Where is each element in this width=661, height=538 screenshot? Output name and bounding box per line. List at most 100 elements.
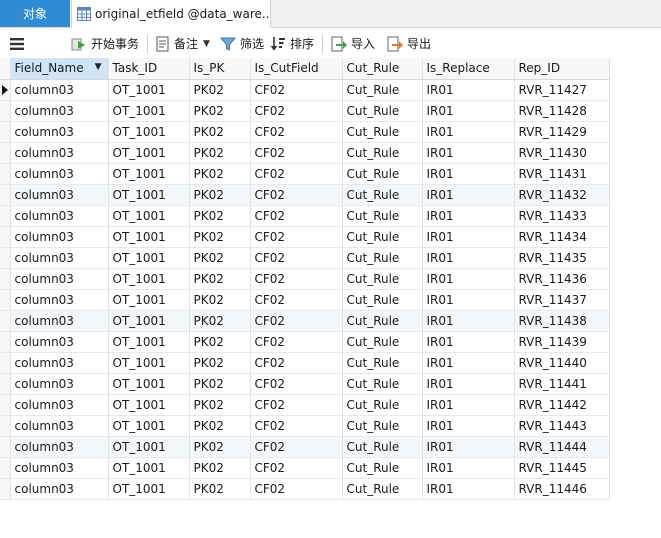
table-cell-is-cutfield[interactable]: CF02 <box>250 436 343 458</box>
table-cell-is-pk[interactable]: PK02 <box>189 436 251 458</box>
table-cell-cut-rule[interactable]: Cut_Rule <box>342 352 423 374</box>
table-cell-field-name[interactable]: column03 <box>10 184 109 206</box>
table-cell-field-name[interactable]: column03 <box>10 205 109 227</box>
table-row[interactable]: column03 OT_1001 PK02 CF02 Cut_Rule IR01 RVR_1… <box>0 415 610 437</box>
table-cell-cut-rule[interactable]: Cut_Rule <box>342 163 423 185</box>
table-cell-field-name[interactable]: column03 <box>10 226 109 248</box>
table-cell-is-pk[interactable]: PK02 <box>189 163 251 185</box>
table-cell-is-cutfield[interactable]: CF02 <box>250 205 343 227</box>
table-cell-task-id[interactable]: OT_1001 <box>108 373 190 395</box>
table-cell-is-pk[interactable]: PK02 <box>189 394 251 416</box>
table-cell-cut-rule[interactable]: Cut_Rule <box>342 121 423 143</box>
table-cell-is-replace[interactable]: IR01 <box>422 478 515 500</box>
column-header-is-cutfield[interactable]: Is_CutField <box>250 58 343 80</box>
column-header-cut-rule[interactable]: Cut_Rule <box>342 58 423 80</box>
filter-button[interactable]: 筛选 <box>217 32 267 56</box>
row-indicator[interactable] <box>0 436 11 458</box>
table-cell-task-id[interactable]: OT_1001 <box>108 394 190 416</box>
table-cell-is-replace[interactable]: IR01 <box>422 373 515 395</box>
table-cell-is-replace[interactable]: IR01 <box>422 79 515 101</box>
table-cell-rep-id[interactable]: RVR_11428 <box>514 100 610 122</box>
table-cell-rep-id[interactable]: RVR_11442 <box>514 394 610 416</box>
table-cell-cut-rule[interactable]: Cut_Rule <box>342 79 423 101</box>
table-row[interactable]: column03 OT_1001 PK02 CF02 Cut_Rule IR01 RVR_1… <box>0 163 610 185</box>
table-cell-task-id[interactable]: OT_1001 <box>108 352 190 374</box>
table-cell-cut-rule[interactable]: Cut_Rule <box>342 331 423 353</box>
table-cell-is-replace[interactable]: IR01 <box>422 352 515 374</box>
table-cell-task-id[interactable]: OT_1001 <box>108 247 190 269</box>
table-cell-field-name[interactable]: column03 <box>10 121 109 143</box>
column-header-task-id[interactable]: Task_ID <box>108 58 190 80</box>
table-cell-is-pk[interactable]: PK02 <box>189 289 251 311</box>
row-indicator[interactable] <box>0 100 11 122</box>
table-cell-rep-id[interactable]: RVR_11433 <box>514 205 610 227</box>
table-cell-cut-rule[interactable]: Cut_Rule <box>342 457 423 479</box>
table-cell-is-replace[interactable]: IR01 <box>422 226 515 248</box>
table-cell-rep-id[interactable]: RVR_11430 <box>514 142 610 164</box>
row-indicator[interactable] <box>0 163 11 185</box>
table-cell-rep-id[interactable]: RVR_11444 <box>514 436 610 458</box>
table-row[interactable]: column03 OT_1001 PK02 CF02 Cut_Rule IR01 RVR_1… <box>0 121 610 143</box>
table-cell-task-id[interactable]: OT_1001 <box>108 268 190 290</box>
table-cell-is-pk[interactable]: PK02 <box>189 184 251 206</box>
table-cell-is-pk[interactable]: PK02 <box>189 478 251 500</box>
table-cell-rep-id[interactable]: RVR_11436 <box>514 268 610 290</box>
row-indicator[interactable] <box>0 352 11 374</box>
table-cell-is-replace[interactable]: IR01 <box>422 457 515 479</box>
table-cell-rep-id[interactable]: RVR_11446 <box>514 478 610 500</box>
begin-transaction-button[interactable]: 开始事务 <box>68 32 142 56</box>
row-indicator[interactable] <box>0 310 11 332</box>
table-cell-cut-rule[interactable]: Cut_Rule <box>342 310 423 332</box>
tab-objects[interactable]: 对象 <box>0 0 70 27</box>
table-cell-field-name[interactable]: column03 <box>10 457 109 479</box>
table-cell-rep-id[interactable]: RVR_11441 <box>514 373 610 395</box>
table-row[interactable]: column03 OT_1001 PK02 CF02 Cut_Rule IR01 RVR_1… <box>0 394 610 416</box>
table-row[interactable]: column03 OT_1001 PK02 CF02 Cut_Rule IR01 RVR_1… <box>0 310 610 332</box>
table-cell-is-replace[interactable]: IR01 <box>422 331 515 353</box>
table-cell-is-replace[interactable]: IR01 <box>422 268 515 290</box>
table-cell-task-id[interactable]: OT_1001 <box>108 121 190 143</box>
row-indicator[interactable] <box>0 142 11 164</box>
import-button[interactable]: 导入 <box>328 32 378 56</box>
table-cell-is-pk[interactable]: PK02 <box>189 310 251 332</box>
table-cell-rep-id[interactable]: RVR_11439 <box>514 331 610 353</box>
table-row[interactable]: column03 OT_1001 PK02 CF02 Cut_Rule IR01 RVR_1… <box>0 247 610 269</box>
sort-button[interactable]: 排序 <box>267 32 317 56</box>
table-cell-is-pk[interactable]: PK02 <box>189 268 251 290</box>
table-cell-field-name[interactable]: column03 <box>10 100 109 122</box>
table-cell-is-pk[interactable]: PK02 <box>189 121 251 143</box>
table-cell-rep-id[interactable]: RVR_11438 <box>514 310 610 332</box>
table-cell-task-id[interactable]: OT_1001 <box>108 331 190 353</box>
table-cell-is-cutfield[interactable]: CF02 <box>250 142 343 164</box>
table-cell-cut-rule[interactable]: Cut_Rule <box>342 289 423 311</box>
table-row[interactable]: column03 OT_1001 PK02 CF02 Cut_Rule IR01 RVR_1… <box>0 268 610 290</box>
row-indicator[interactable] <box>0 79 11 101</box>
table-row[interactable]: column03 OT_1001 PK02 CF02 Cut_Rule IR01 RVR_1… <box>0 457 610 479</box>
table-cell-is-cutfield[interactable]: CF02 <box>250 373 343 395</box>
table-cell-is-cutfield[interactable]: CF02 <box>250 394 343 416</box>
row-indicator[interactable] <box>0 478 11 500</box>
table-cell-is-cutfield[interactable]: CF02 <box>250 457 343 479</box>
row-indicator[interactable] <box>0 184 11 206</box>
table-cell-is-cutfield[interactable]: CF02 <box>250 247 343 269</box>
table-cell-field-name[interactable]: column03 <box>10 268 109 290</box>
column-dropdown-caret-icon[interactable]: ▼ <box>95 62 102 72</box>
table-cell-is-cutfield[interactable]: CF02 <box>250 415 343 437</box>
table-cell-is-pk[interactable]: PK02 <box>189 457 251 479</box>
table-row[interactable]: column03 OT_1001 PK02 CF02 Cut_Rule IR01 RVR_1… <box>0 184 610 206</box>
table-cell-rep-id[interactable]: RVR_11434 <box>514 226 610 248</box>
table-cell-task-id[interactable]: OT_1001 <box>108 457 190 479</box>
table-cell-is-cutfield[interactable]: CF02 <box>250 184 343 206</box>
table-cell-rep-id[interactable]: RVR_11440 <box>514 352 610 374</box>
table-cell-is-replace[interactable]: IR01 <box>422 121 515 143</box>
table-cell-cut-rule[interactable]: Cut_Rule <box>342 142 423 164</box>
menu-button[interactable] <box>8 32 26 56</box>
table-cell-is-cutfield[interactable]: CF02 <box>250 79 343 101</box>
table-cell-cut-rule[interactable]: Cut_Rule <box>342 394 423 416</box>
table-cell-field-name[interactable]: column03 <box>10 163 109 185</box>
table-row[interactable]: column03 OT_1001 PK02 CF02 Cut_Rule IR01 RVR_1… <box>0 478 610 500</box>
memo-dropdown-caret-icon[interactable]: ▼ <box>203 39 210 49</box>
table-cell-task-id[interactable]: OT_1001 <box>108 142 190 164</box>
column-header-is-pk[interactable]: Is_PK <box>189 58 251 80</box>
table-row[interactable]: column03 OT_1001 PK02 CF02 Cut_Rule IR01 RVR_1… <box>0 436 610 458</box>
